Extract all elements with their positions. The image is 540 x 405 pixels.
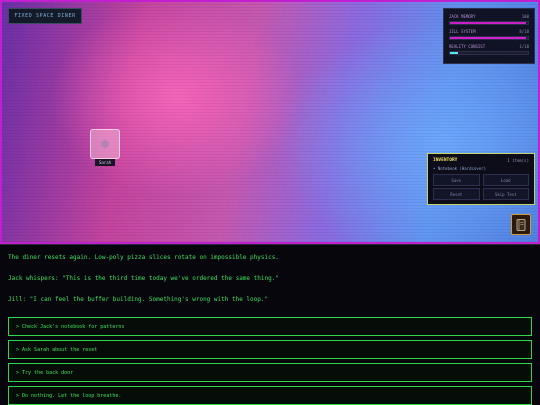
load-button[interactable]: Load <box>482 174 529 186</box>
inventory-count: 1 item(s) <box>507 158 529 163</box>
npc-name-label: Sarah <box>95 159 115 166</box>
choice-list: > Check Jack's notebook for patterns > A… <box>8 317 532 405</box>
stat-bar <box>449 36 529 40</box>
stat-bar <box>449 51 529 55</box>
notebook-icon <box>516 218 526 231</box>
choice-check-notebook[interactable]: > Check Jack's notebook for patterns <box>8 317 532 336</box>
stat-value: 100 <box>521 14 529 19</box>
dialogue-panel: The diner resets again. Low-poly pizza s… <box>0 244 540 405</box>
dialogue-line: The diner resets again. Low-poly pizza s… <box>8 254 279 261</box>
stat-bar-fill <box>450 52 458 54</box>
inventory-panel: INVENTORY 1 item(s) • Notebook (Hardcove… <box>427 153 535 205</box>
stat-value: 8/10 <box>519 29 529 34</box>
save-button[interactable]: Save <box>433 174 480 186</box>
choice-do-nothing[interactable]: > Do nothing. Let the loop breathe. <box>8 386 532 405</box>
npc-sarah[interactable] <box>90 129 120 159</box>
notebook-button[interactable] <box>511 214 531 235</box>
stat-jack-memory: JACK MEMORY 100 <box>449 14 529 25</box>
location-label: FIXED SPACE DINER <box>8 8 82 24</box>
stat-bar <box>449 21 529 25</box>
npc-avatar <box>101 140 109 148</box>
stat-jill-system: JILL SYSTEM 8/10 <box>449 29 529 40</box>
skip-text-button[interactable]: Skip Text <box>482 188 529 200</box>
reset-button[interactable]: Reset <box>433 188 480 200</box>
stat-bar-fill <box>450 37 527 39</box>
dialogue-line: Jack whispers: "This is the third time t… <box>8 275 279 282</box>
stat-label: JILL SYSTEM <box>449 29 476 34</box>
stat-label: REALITY CONSIST <box>449 44 486 49</box>
inventory-item[interactable]: • Notebook (Hardcover) <box>433 166 529 171</box>
stat-value: 1/10 <box>519 44 529 49</box>
stat-bar-fill <box>450 22 527 24</box>
stats-panel: JACK MEMORY 100 JILL SYSTEM 8/10 REALITY… <box>443 8 535 64</box>
stat-label: JACK MEMORY <box>449 14 476 19</box>
stat-reality-consist: REALITY CONSIST 1/10 <box>449 44 529 55</box>
choice-back-door[interactable]: > Try the back door <box>8 363 532 382</box>
game-scene[interactable]: FIXED SPACE DINER JACK MEMORY 100 JILL S… <box>0 0 540 244</box>
dialogue-line: Jill: "I can feel the buffer building. S… <box>8 296 269 303</box>
inventory-title: INVENTORY <box>433 158 458 163</box>
choice-ask-sarah[interactable]: > Ask Sarah about the reset <box>8 340 532 359</box>
